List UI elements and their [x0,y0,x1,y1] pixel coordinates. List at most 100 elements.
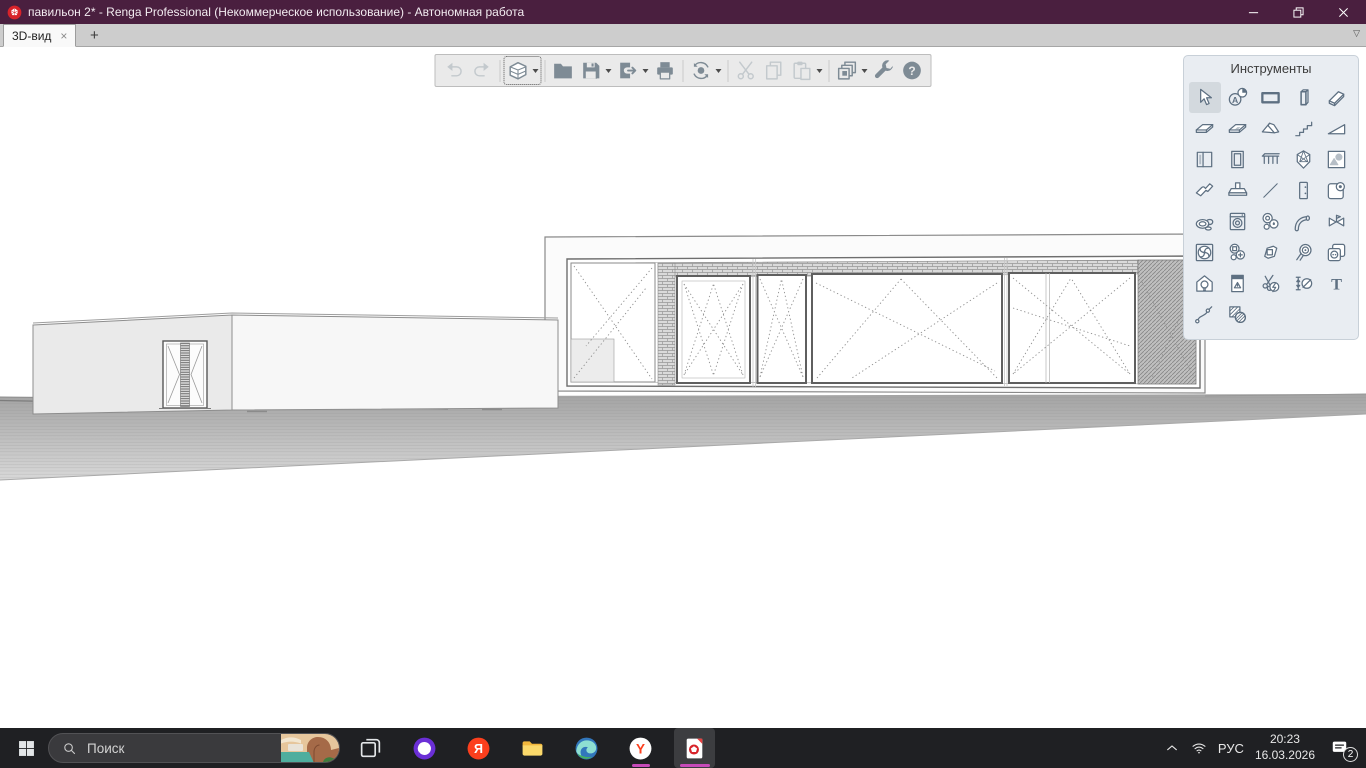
tool-fan[interactable] [1189,237,1221,268]
toolbar-settings-button[interactable] [871,57,898,84]
ramp-icon [1325,117,1348,140]
taskbar-app-explorer[interactable] [512,728,553,768]
search-input[interactable]: Поиск [48,733,340,763]
toolbar-orbit-button[interactable] [688,57,724,84]
notification-button[interactable]: 2 [1330,738,1350,758]
tool-air-duct[interactable] [1288,237,1320,268]
tool-duct-fitting[interactable] [1222,237,1254,268]
tool-railing[interactable] [1255,144,1287,175]
windows-logo-icon [16,738,37,759]
tool-plumbing-fixture[interactable] [1189,206,1221,237]
taskbar-app-edge[interactable] [566,728,607,768]
tool-route[interactable] [1189,299,1221,330]
tool-dimension[interactable] [1288,268,1320,299]
clock[interactable]: 20:23 16.03.2026 [1255,732,1315,763]
tool-duct-equipment[interactable] [1255,237,1287,268]
tool-window[interactable] [1189,144,1221,175]
tool-beam[interactable] [1321,82,1353,113]
toolbar-open-button[interactable] [550,57,577,84]
toolbar-paste-button[interactable] [789,57,825,84]
arrange-dropdown-arrow[interactable] [860,58,869,83]
tool-axis[interactable] [1255,175,1287,206]
scene-3d-view [0,47,1366,728]
door-icon [1226,148,1249,171]
taskbar-app-yandex[interactable]: Я [458,728,499,768]
orbit-dropdown-arrow[interactable] [714,58,723,83]
system-tray: РУС 20:23 16.03.2026 2 [1164,732,1356,763]
tool-assembly[interactable] [1321,144,1353,175]
toolbar-print-button[interactable] [652,57,679,84]
toolbar-separator [829,60,830,82]
tool-wall[interactable] [1255,82,1287,113]
toolbar-undo-button[interactable] [441,57,468,84]
search-placeholder: Поиск [87,741,281,756]
tool-select[interactable] [1189,82,1221,113]
taskbar-app-task-view[interactable] [350,728,391,768]
toolbar-redo-button[interactable] [469,57,496,84]
view-cube-dropdown-arrow[interactable] [531,58,540,83]
tool-equipment[interactable] [1222,206,1254,237]
tool-door[interactable] [1222,144,1254,175]
tool-floor[interactable] [1189,113,1221,144]
tool-text[interactable]: T [1321,268,1353,299]
tool-hatch[interactable] [1222,299,1254,330]
taskbar-app-alisa[interactable] [404,728,445,768]
paste-dropdown-arrow[interactable] [815,58,824,83]
save-dropdown-arrow[interactable] [604,58,613,83]
building-pavilion[interactable] [545,234,1205,393]
tool-column[interactable] [1288,82,1320,113]
taskbar: Поиск Я Y РУС 20:23 16.03.2026 [0,728,1366,768]
tab-overflow-icon[interactable]: ▽ [1353,28,1360,39]
tool-element[interactable] [1288,144,1320,175]
tool-foundation[interactable] [1222,175,1254,206]
tool-pipe[interactable] [1288,206,1320,237]
tool-light-fixture[interactable] [1189,268,1221,299]
close-icon [1338,7,1349,18]
toolbar-help-button[interactable]: ? [899,57,926,84]
wifi-icon[interactable] [1191,740,1207,756]
toolbar-arrange-button[interactable] [834,57,870,84]
taskbar-app-renga[interactable] [674,728,715,768]
axis-icon [1259,179,1282,202]
building-annex[interactable] [33,313,558,414]
tool-pipe-fitting[interactable] [1255,206,1287,237]
minimize-button[interactable] [1231,0,1276,24]
tool-measure[interactable]: A [1222,82,1254,113]
tool-ramp[interactable] [1321,113,1353,144]
save-icon [579,58,604,83]
close-button[interactable] [1321,0,1366,24]
add-tab-button[interactable]: + [82,25,106,45]
tool-plate[interactable] [1189,175,1221,206]
toolbar-cut-button[interactable] [733,57,760,84]
toolbar-save-button[interactable] [578,57,614,84]
tool-socket[interactable] [1321,237,1353,268]
tool-wiring[interactable] [1255,268,1287,299]
tool-electrical-panel[interactable] [1222,268,1254,299]
tab-3d-view[interactable]: 3D-вид × [3,24,76,47]
toolbar-view-cube-button[interactable] [505,57,541,84]
tab-bar: 3D-вид × + ▽ [0,24,1366,47]
element-icon [1292,148,1315,171]
dimension-icon [1292,272,1315,295]
panel-icon [1292,179,1315,202]
renga-app-icon [7,5,22,20]
tool-roof[interactable] [1255,113,1287,144]
tray-chevron-icon[interactable] [1164,740,1180,756]
export-dropdown-arrow[interactable] [641,58,650,83]
search-highlight-image[interactable] [281,733,339,763]
tool-view[interactable] [1321,175,1353,206]
toolbar-copy-button[interactable] [761,57,788,84]
tool-panel[interactable] [1288,175,1320,206]
tool-stair[interactable] [1288,113,1320,144]
language-indicator[interactable]: РУС [1218,741,1244,756]
tool-pipe-accessory[interactable] [1321,206,1353,237]
toolbar-export-button[interactable] [615,57,651,84]
equipment-icon [1226,210,1249,233]
beam-icon [1325,86,1348,109]
start-button[interactable] [6,728,46,768]
tab-close-icon[interactable]: × [60,30,67,42]
tool-floor-opening[interactable] [1222,113,1254,144]
restore-button[interactable] [1276,0,1321,24]
viewport-3d[interactable]: ? Инструменты AT [0,47,1366,728]
taskbar-app-yandex-browser[interactable]: Y [620,728,661,768]
